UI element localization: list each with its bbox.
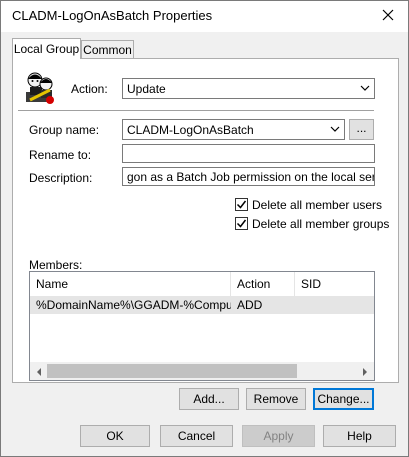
member-name: %DomainName%\GGADM-%Comput... — [36, 298, 231, 312]
ok-button[interactable]: OK — [80, 425, 150, 447]
member-sid — [295, 296, 376, 314]
horizontal-scrollbar[interactable] — [30, 362, 374, 380]
members-label: Members: — [29, 258, 83, 272]
checkmark-icon — [236, 200, 247, 209]
chevron-down-icon — [330, 123, 340, 137]
table-row[interactable]: %DomainName%\GGADM-%Comput... ADD — [30, 296, 374, 314]
column-header-action[interactable]: Action — [231, 272, 295, 296]
close-button[interactable] — [376, 4, 400, 26]
local-group-icon — [24, 70, 58, 106]
add-member-button[interactable]: Add... — [179, 388, 239, 410]
column-header-name[interactable]: Name — [30, 272, 231, 296]
group-name-value: CLADM-LogOnAsBatch — [127, 123, 254, 137]
column-header-sid[interactable]: SID — [295, 272, 374, 296]
delete-groups-label[interactable]: Delete all member groups — [252, 217, 389, 231]
change-member-button[interactable]: Change... — [313, 388, 374, 410]
scroll-right-icon[interactable] — [360, 366, 370, 380]
group-name-combo[interactable]: CLADM-LogOnAsBatch — [122, 119, 345, 140]
delete-users-label[interactable]: Delete all member users — [252, 198, 382, 212]
members-list[interactable]: Name Action SID %DomainName%\GGADM-%Comp… — [29, 271, 375, 381]
delete-groups-checkbox[interactable] — [235, 217, 248, 230]
scroll-left-icon[interactable] — [34, 366, 44, 380]
group-name-label: Group name: — [29, 123, 100, 137]
browse-group-button[interactable]: ... — [349, 119, 374, 140]
chevron-down-icon — [360, 82, 370, 96]
description-input[interactable]: gon as a Batch Job permission on the loc… — [122, 167, 375, 186]
member-action: ADD — [237, 298, 263, 312]
tab-local-group[interactable]: Local Group — [12, 38, 81, 59]
checkmark-icon — [236, 219, 247, 228]
cancel-button[interactable]: Cancel — [160, 425, 233, 447]
remove-member-button[interactable]: Remove — [246, 388, 306, 410]
apply-button: Apply — [242, 425, 315, 447]
tab-common[interactable]: Common — [81, 40, 134, 59]
scrollbar-thumb[interactable] — [47, 364, 297, 378]
close-icon — [382, 9, 394, 21]
rename-label: Rename to: — [29, 148, 92, 162]
description-label: Description: — [29, 171, 93, 185]
delete-users-checkbox[interactable] — [235, 198, 248, 211]
rename-input[interactable] — [122, 144, 375, 163]
separator — [18, 110, 374, 112]
window-title: CLADM-LogOnAsBatch Properties — [12, 8, 213, 23]
action-value: Update — [127, 82, 166, 96]
help-button[interactable]: Help — [323, 425, 396, 447]
action-dropdown[interactable]: Update — [122, 78, 375, 99]
action-label: Action: — [71, 82, 108, 96]
